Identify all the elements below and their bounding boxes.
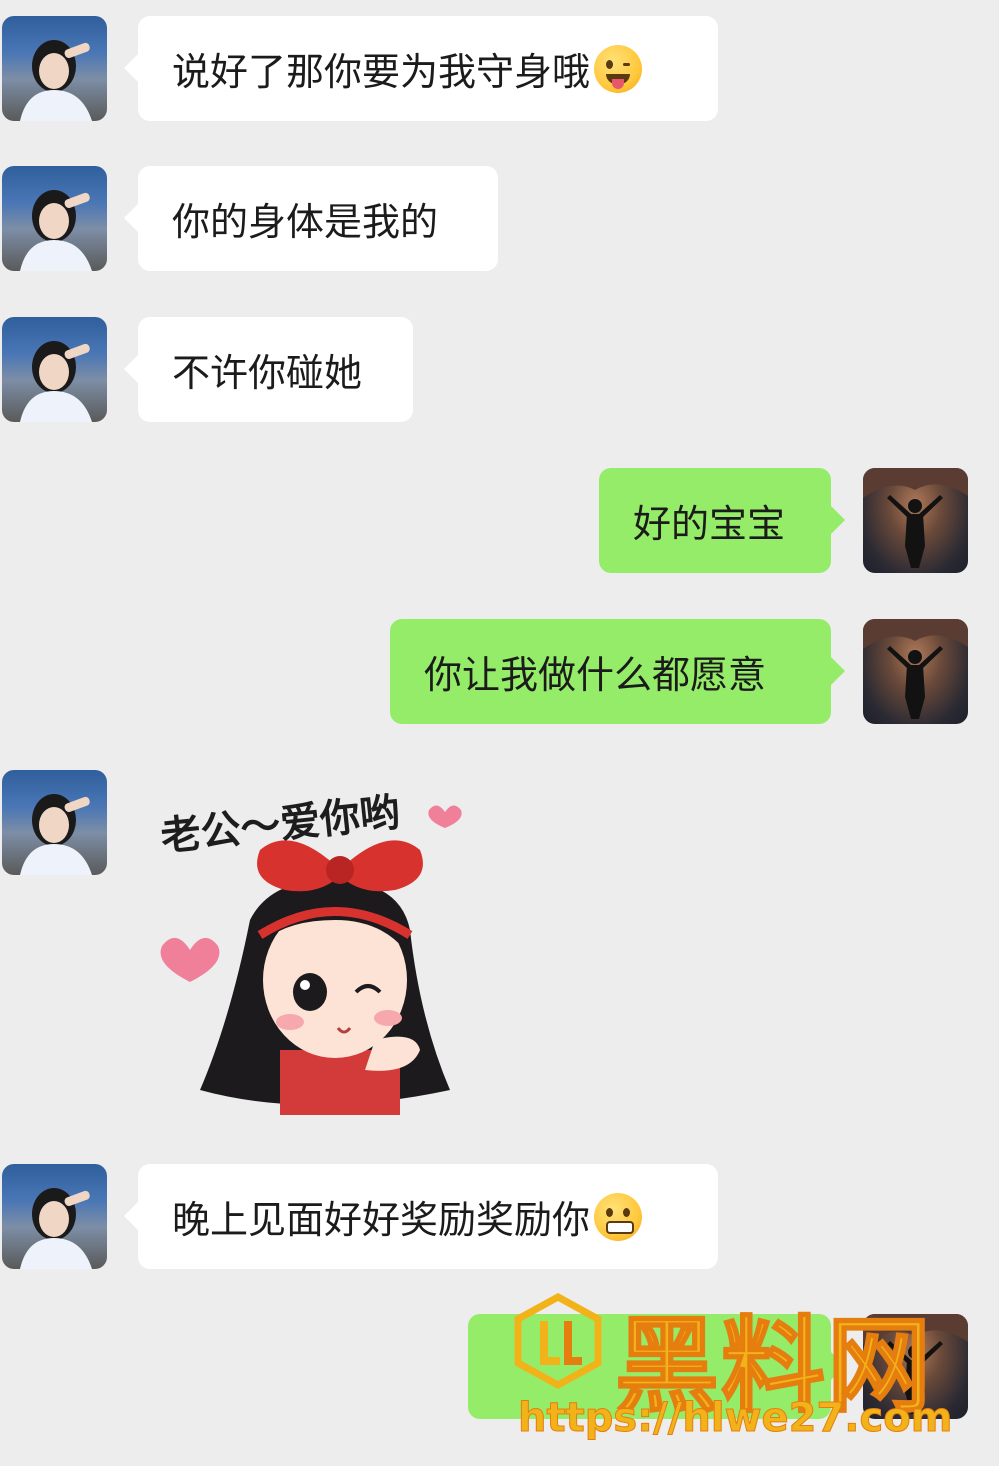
- grimacing-emoji-icon: [594, 1192, 643, 1241]
- watermark-url: https://hlwe27.com: [517, 1395, 953, 1442]
- contact-avatar[interactable]: [2, 16, 107, 121]
- message-bubble-incoming[interactable]: 你的身体是我的: [124, 166, 498, 271]
- user-avatar[interactable]: [863, 468, 968, 573]
- message-text: 你的身体是我的: [172, 200, 439, 244]
- contact-avatar[interactable]: [2, 770, 107, 875]
- user-avatar[interactable]: [863, 619, 968, 724]
- watermark: 黑料网 https://hlwe27.com: [510, 1285, 980, 1455]
- sticker-message[interactable]: 老公～爱你哟: [159, 770, 480, 1120]
- message-text: 好的宝宝: [633, 502, 786, 546]
- message-bubble-outgoing[interactable]: 你让我做什么都愿意: [390, 619, 845, 724]
- contact-avatar[interactable]: [2, 317, 107, 422]
- contact-avatar[interactable]: [2, 1164, 107, 1269]
- message-bubble-incoming[interactable]: 说好了那你要为我守身哦: [124, 16, 718, 121]
- message-text: 不许你碰她: [172, 351, 363, 395]
- cartoon-girl-sticker-icon: [160, 805, 462, 1115]
- message-bubble-incoming[interactable]: 不许你碰她: [124, 317, 413, 422]
- watermark-logo-icon: [514, 1293, 602, 1389]
- message-bubble-outgoing[interactable]: 好的宝宝: [599, 468, 845, 573]
- contact-avatar[interactable]: [2, 166, 107, 271]
- message-text: 说好了那你要为我守身哦: [172, 50, 591, 94]
- message-text: 你让我做什么都愿意: [424, 653, 767, 697]
- message-bubble-incoming[interactable]: 晚上见面好好奖励奖励你: [124, 1164, 718, 1269]
- winking-tongue-emoji-icon: [594, 44, 643, 93]
- message-text: 晚上见面好好奖励奖励你: [172, 1198, 591, 1242]
